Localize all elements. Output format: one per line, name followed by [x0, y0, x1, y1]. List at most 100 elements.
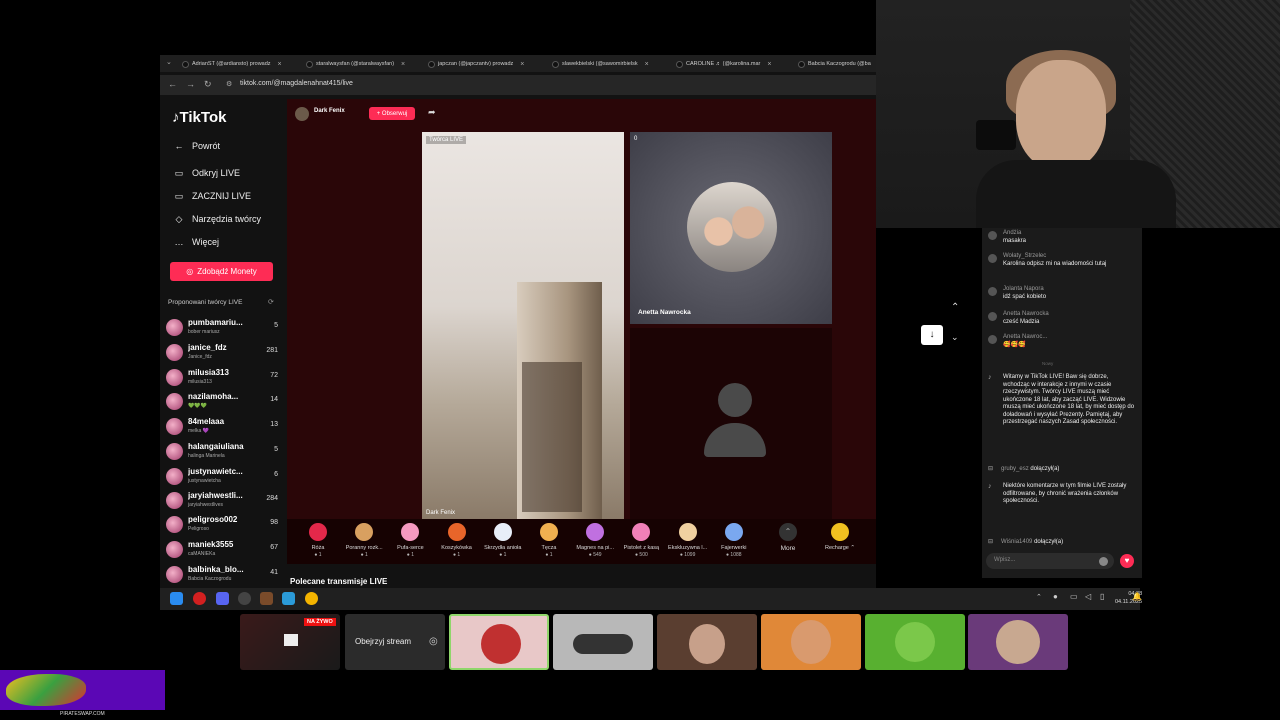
menu-start-live[interactable]: ▭ ZACZNIJ LIVE	[174, 191, 251, 201]
gift-item[interactable]: Poranny rozk... ● 1	[341, 523, 387, 558]
opera-icon[interactable]	[193, 592, 206, 605]
creator-item[interactable]: balbinka_blo... Babcia Kaczogrodu 41	[166, 563, 278, 585]
close-icon[interactable]: ×	[767, 61, 771, 68]
host-avatar[interactable]	[295, 107, 309, 121]
follow-button[interactable]: + Obserwuj	[369, 107, 415, 120]
chevron-down-icon[interactable]: ⌄	[951, 332, 959, 343]
close-icon[interactable]: ×	[278, 61, 282, 68]
chat-message[interactable]: Wołaty_Strzelec Karolina odpisz mi na wia…	[986, 253, 1138, 279]
battery-icon[interactable]: ▯	[1100, 592, 1104, 601]
chat-message[interactable]: Anetta Nawroc... 🥰🥰🥰	[986, 334, 1138, 352]
more-gifts-button[interactable]: ⌃ More	[765, 523, 811, 552]
refresh-icon[interactable]: ⟳	[268, 298, 274, 306]
avatar	[988, 312, 997, 321]
back-arrow-icon: ←	[174, 141, 184, 151]
gift-item[interactable]: Róża ● 1	[295, 523, 341, 558]
menu-back[interactable]: ← Powrót	[174, 141, 221, 151]
new-messages-separator: Nowy	[1042, 361, 1054, 366]
like-button[interactable]: ♥	[1120, 554, 1134, 568]
tab[interactable]: staralwaysfan (@staralwaysfan) ×	[306, 57, 426, 71]
gift-price: ● 549	[588, 552, 602, 558]
tray-chevron-icon[interactable]: ⌃	[1036, 593, 1042, 601]
gift-item[interactable]: Pufa-serce ● 1	[387, 523, 433, 558]
stream-thumbnail[interactable]	[449, 614, 549, 670]
tab-list-icon[interactable]: ⌄	[166, 58, 172, 66]
emoji-icon[interactable]	[1099, 557, 1108, 566]
discord-icon[interactable]	[216, 592, 229, 605]
stream-thumbnail[interactable]	[865, 614, 965, 670]
start-icon[interactable]	[170, 592, 183, 605]
live-stream-area: Dark Fenix + Obserwuj ➦ Twórca LIVE Dark…	[287, 99, 876, 520]
join-icon: ⊟	[988, 466, 994, 472]
creator-item[interactable]: justynawietc... justynawietcha 6	[166, 465, 278, 487]
gift-price: ● 1	[360, 552, 368, 558]
host-video-panel[interactable]: Twórca LIVE Dark Fenix	[422, 132, 624, 520]
chat-input[interactable]: Wpisz...	[986, 553, 1114, 569]
creator-item[interactable]: 84melaaa melka 💜 13	[166, 415, 278, 437]
obs-icon[interactable]	[238, 592, 251, 605]
gift-item[interactable]: Ekskluzywna l... ● 1099	[665, 523, 711, 558]
menu-more[interactable]: … Więcej	[174, 237, 220, 247]
scroll-down-button[interactable]: ↓	[921, 325, 943, 345]
chevron-up-icon: ⌃	[779, 523, 797, 541]
forward-icon[interactable]: →	[186, 79, 195, 89]
gift-item[interactable]: Skrzydła anioła ● 1	[480, 523, 526, 558]
url-text[interactable]: tiktok.com/@magdalenahnat415/live	[240, 80, 353, 87]
creator-item[interactable]: pumbamariu... bober mariusz 5	[166, 316, 278, 338]
telegram-icon[interactable]	[282, 592, 295, 605]
scroll-up-icon[interactable]: ⌃	[951, 302, 959, 313]
chat-message[interactable]: Jolanta Napora idź spać kobieto	[986, 286, 1138, 304]
volume-icon[interactable]: ◁	[1085, 592, 1091, 601]
stream-thumbnail[interactable]	[761, 614, 861, 670]
stream-thumbnail[interactable]	[968, 614, 1068, 670]
creator-item[interactable]: jaryiahwestli... jaryiahwestlives 284	[166, 489, 278, 511]
gift-item[interactable]: Koszykówka ● 1	[434, 523, 480, 558]
tiktok-page: ♪TikTok ← Powrót ▭ Odkryj LIVE ▭ ZACZNIJ LI…	[160, 99, 876, 610]
host-name[interactable]: Dark Fenix	[314, 108, 345, 114]
tab[interactable]: slawekbielski (@sawomirbielsk ×	[552, 57, 672, 71]
chrome-icon[interactable]	[305, 592, 318, 605]
close-icon[interactable]: ×	[645, 61, 649, 68]
back-icon[interactable]: ←	[168, 79, 177, 89]
stream-thumbnail[interactable]	[657, 614, 757, 670]
get-coins-button[interactable]: ◎ Zdobądź Monety	[170, 262, 273, 281]
notification-icon[interactable]: 🔔	[1132, 592, 1142, 601]
chat-message[interactable]: Andżia masakra	[986, 230, 1138, 248]
creator-item[interactable]: nazilamoha... 💚💚💚 14	[166, 390, 278, 412]
gift-item[interactable]: Pistolet z kasą ● 500	[618, 523, 664, 558]
app-icon[interactable]	[260, 592, 273, 605]
guest-avatar	[687, 182, 777, 272]
guest-video-panel[interactable]: 0 Anetta Nawrocka	[630, 132, 832, 324]
mic-icon[interactable]: ●	[1053, 592, 1058, 601]
stream-thumbnail[interactable]	[553, 614, 653, 670]
close-icon[interactable]: ×	[401, 61, 405, 68]
empty-guest-slot[interactable]	[630, 328, 832, 520]
close-icon[interactable]: ×	[520, 61, 524, 68]
gift-price: ● 1	[406, 552, 414, 558]
watch-stream-label[interactable]: Obejrzyj stream	[355, 637, 411, 646]
tab[interactable]: japczan (@japczantv) prowadz ×	[428, 57, 548, 71]
gift-item[interactable]: Magnes na pi... ● 549	[572, 523, 618, 558]
creator-item[interactable]: halangaiuliana halinga Marinela 5	[166, 440, 278, 462]
network-icon[interactable]: ▭	[1070, 592, 1078, 601]
menu-discover-live[interactable]: ▭ Odkryj LIVE	[174, 168, 240, 178]
windows-taskbar: ⌃ ● ▭ ◁ ▯ 04:38 04.11.2025 🔔	[160, 588, 1142, 610]
tiktok-icon	[676, 60, 683, 68]
creator-item[interactable]: janice_fdz Janice_fdz 281	[166, 341, 278, 363]
tab[interactable]: Babcia Kaczogrodu (@ba	[798, 57, 876, 71]
menu-creator-tools[interactable]: ◇ Narzędzia twórcy	[174, 214, 262, 224]
reload-icon[interactable]: ↻	[204, 79, 212, 90]
gift-item[interactable]: Tęcza ● 1	[526, 523, 572, 558]
tab[interactable]: AdrianST (@ardiansto) prowadz ×	[182, 57, 302, 71]
creator-item[interactable]: peligroso002 Peligroso 98	[166, 513, 278, 535]
creator-item[interactable]: maniek3555 caMANIEKa 67	[166, 538, 278, 560]
share-icon[interactable]: ➦	[428, 107, 436, 118]
creator-item[interactable]: milusia313 milusia313 72	[166, 366, 278, 388]
gift-icon	[493, 523, 512, 541]
recharge-button[interactable]: Recharge ⌃	[817, 523, 863, 551]
tab[interactable]: CAROLINE ♬ (@karolina.mar ×	[676, 57, 796, 71]
tiktok-logo[interactable]: ♪TikTok	[172, 109, 226, 126]
site-info-icon[interactable]: ⚙	[226, 80, 232, 88]
gift-item[interactable]: Fajerwerki ● 1088	[711, 523, 757, 558]
chat-message[interactable]: Anetta Nawrocka cześć Madzia	[986, 311, 1138, 329]
